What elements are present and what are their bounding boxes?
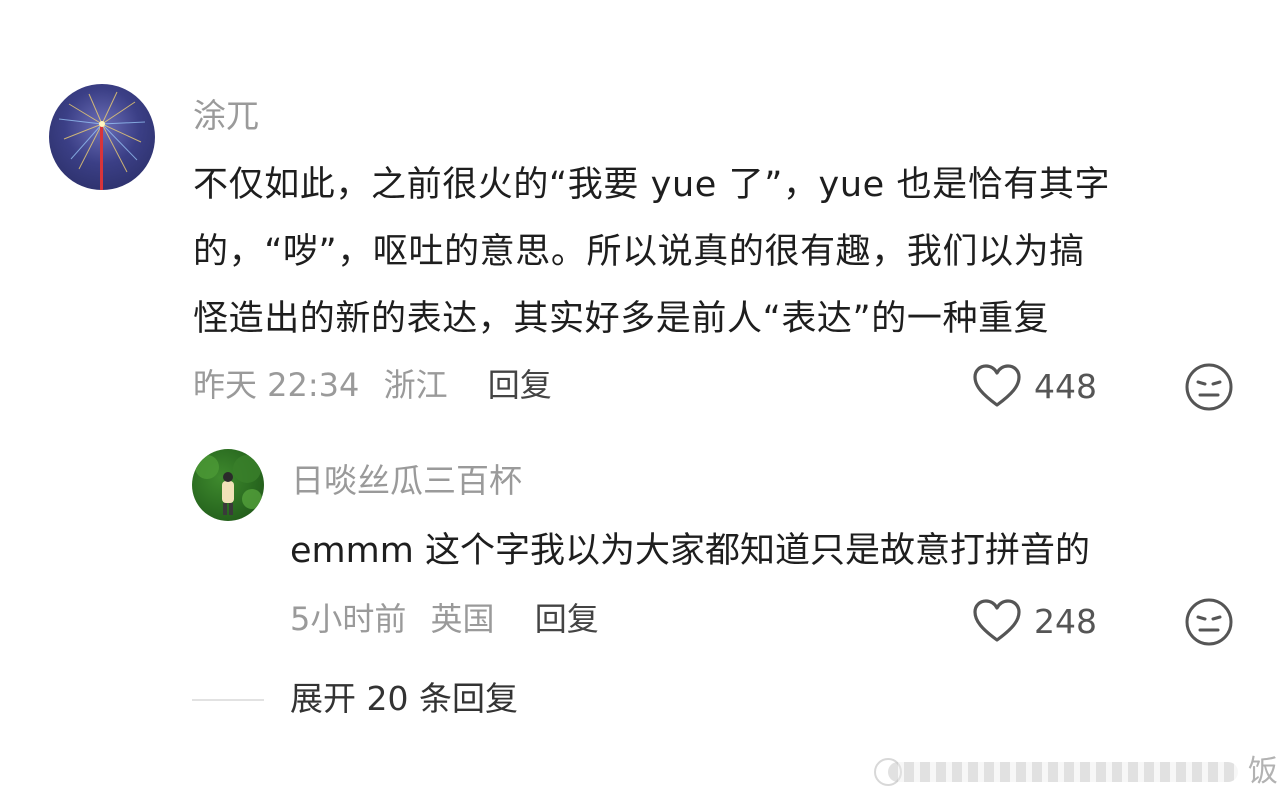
avatar-image	[58, 91, 146, 190]
location: 英国	[430, 600, 495, 638]
heart-icon	[973, 599, 1021, 642]
heart-icon	[973, 364, 1021, 407]
comment-thread: 涂兀 不仅如此，之前很火的“我要 yue 了”，yue 也是恰有其字 的，“哕”…	[0, 0, 1284, 801]
like-count: 448	[1034, 366, 1097, 406]
watermark: 饭	[872, 752, 1284, 792]
like-button[interactable]: 248	[972, 596, 1097, 646]
dislike-face-icon[interactable]	[1184, 597, 1234, 647]
comment-text-line: 怪造出的新的表达，其实好多是前人“表达”的一种重复	[193, 299, 1050, 339]
reply-button[interactable]: 回复	[488, 366, 552, 404]
divider	[192, 699, 264, 701]
like-count: 248	[1034, 601, 1097, 641]
location: 浙江	[383, 366, 448, 404]
timestamp: 5小时前	[290, 600, 407, 638]
comment-text-line: 的，“哕”，呕吐的意思。所以说真的很有趣，我们以为搞	[193, 232, 1085, 272]
username[interactable]: 日啖丝瓜三百杯	[291, 458, 522, 504]
reply-button[interactable]: 回复	[535, 600, 599, 638]
reply-meta: 5小时前 英国 回复	[290, 596, 599, 642]
like-button[interactable]: 448	[972, 361, 1097, 411]
comment-text: 不仅如此，之前很火的“我要 yue 了”，yue 也是恰有其字 的，“哕”，呕吐…	[193, 152, 1243, 353]
avatar-image	[195, 455, 262, 515]
avatar[interactable]	[192, 449, 264, 521]
watermark-bar	[888, 762, 1238, 782]
comment-meta: 昨天 22:34 浙江 回复	[193, 362, 552, 408]
timestamp: 昨天 22:34	[193, 366, 360, 404]
reply-text: emmm 这个字我以为大家都知道只是故意打拼音的	[290, 531, 1090, 571]
dislike-face-icon[interactable]	[1184, 362, 1234, 412]
username[interactable]: 涂兀	[193, 93, 259, 139]
comment-text-line: 不仅如此，之前很火的“我要 yue 了”，yue 也是恰有其字	[193, 165, 1111, 205]
watermark-text: 饭	[1248, 754, 1278, 789]
expand-replies-button[interactable]: 展开 20 条回复	[290, 676, 518, 722]
avatar[interactable]	[49, 84, 155, 190]
